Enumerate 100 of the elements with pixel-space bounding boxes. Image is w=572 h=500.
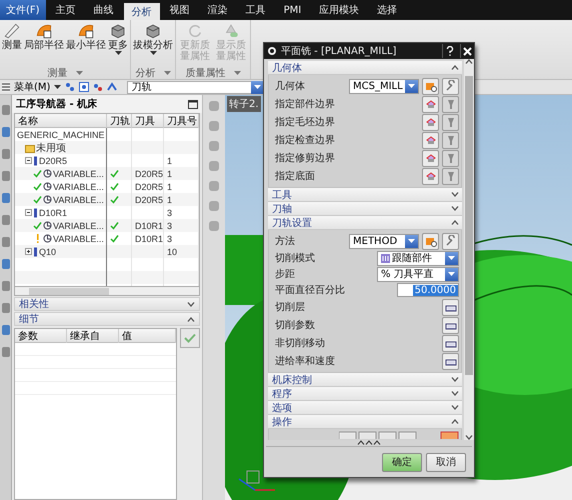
ribbon-button[interactable]: 测量	[2, 20, 22, 66]
tree-row[interactable]: VARIABLE... D20R5 1	[15, 193, 199, 206]
resource-bar-icon[interactable]	[2, 213, 10, 227]
column-header[interactable]: 值	[119, 329, 176, 343]
section-header[interactable]: 机床控制	[268, 373, 462, 387]
maximize-icon[interactable]	[188, 100, 198, 108]
ribbon-tab[interactable]: 主页	[48, 0, 84, 20]
viewport-tab[interactable]: 转子2.	[227, 96, 261, 112]
ribbon-button[interactable]: 最小半径	[66, 20, 106, 66]
chevron-up-icon[interactable]	[451, 419, 459, 424]
ribbon-tab[interactable]: 工具	[238, 0, 274, 20]
horizontal-scrollbar[interactable]	[14, 286, 200, 296]
settings-icon[interactable]	[267, 46, 277, 56]
selection-icon[interactable]	[65, 82, 76, 92]
resource-bar-icon[interactable]	[2, 103, 10, 117]
section-header[interactable]: 操作	[268, 415, 462, 429]
resource-bar-icon[interactable]	[2, 235, 10, 249]
resource-bar-icon[interactable]	[2, 279, 10, 293]
tree-label: VARIABLE...	[53, 234, 104, 244]
close-button[interactable]	[460, 44, 474, 58]
collapse-icon[interactable]	[25, 209, 32, 216]
resource-bar-icon[interactable]	[2, 257, 10, 271]
type-filter-select[interactable]: 刀轨	[127, 80, 266, 94]
cancel-button[interactable]: 取消	[426, 452, 466, 472]
chevron-down-icon[interactable]	[451, 405, 459, 410]
ribbon-button[interactable]: 更多	[108, 20, 128, 66]
resource-bar-icon[interactable]	[2, 301, 10, 315]
boundary-select-button[interactable]	[422, 132, 439, 148]
resource-bar-icon[interactable]	[2, 191, 10, 205]
settings-button[interactable]	[442, 352, 459, 370]
more-options-icon[interactable]	[357, 440, 381, 445]
check-icon	[184, 333, 196, 343]
geometry-icon-button[interactable]	[422, 78, 439, 94]
column-header[interactable]: 参数	[15, 329, 67, 343]
chevron-up-icon[interactable]	[451, 65, 459, 70]
select-field[interactable]: METHOD	[349, 234, 419, 248]
tree-row[interactable]: VARIABLE... D10R1 3	[15, 219, 199, 232]
number-field[interactable]: 50.0000	[397, 283, 459, 297]
tree-row[interactable]: 未用项	[15, 141, 199, 154]
ribbon-tab[interactable]: 分析	[124, 3, 160, 20]
display-button[interactable]	[442, 114, 459, 130]
section-header[interactable]: 刀轴	[268, 202, 462, 216]
display-button[interactable]	[442, 132, 459, 148]
panel-header[interactable]: 相关性	[14, 297, 200, 311]
select-field[interactable]: 跟随部件	[377, 250, 459, 266]
ribbon-button[interactable]: 拔模分析	[133, 20, 173, 66]
selection-icon[interactable]	[107, 82, 118, 92]
menu-button[interactable]: 菜单(M)	[14, 80, 50, 94]
resource-bar-icon[interactable]	[2, 323, 10, 337]
section-header[interactable]: 选项	[268, 401, 462, 415]
ribbon-tab[interactable]: 视图	[162, 0, 198, 20]
collapse-icon[interactable]	[25, 157, 32, 164]
section-header[interactable]: 程序	[268, 387, 462, 401]
chevron-up-icon[interactable]	[187, 316, 195, 322]
chevron-down-icon[interactable]	[451, 391, 459, 396]
chevron-down-icon[interactable]	[451, 377, 459, 382]
chevron-up-icon[interactable]	[451, 220, 459, 225]
boundary-select-button[interactable]	[422, 168, 439, 184]
ribbon-tab[interactable]: 应用模块	[311, 0, 368, 20]
ribbon-tab[interactable]: 曲线	[86, 0, 122, 20]
ribbon-tab[interactable]: PMI	[276, 0, 310, 20]
section-header[interactable]: 工具	[268, 188, 462, 202]
expand-icon[interactable]	[25, 248, 32, 255]
resource-bar-icon[interactable]	[2, 169, 10, 183]
tree-row[interactable]: Q10 10	[15, 245, 199, 258]
display-button[interactable]	[442, 168, 459, 184]
ribbon-tab[interactable]: 渲染	[200, 0, 236, 20]
section-header[interactable]: 刀轨设置	[268, 216, 462, 230]
resource-bar-icon[interactable]	[2, 147, 10, 161]
edit-button[interactable]	[442, 78, 459, 94]
chevron-down-icon[interactable]	[451, 192, 459, 197]
display-button[interactable]	[442, 150, 459, 166]
select-field[interactable]: MCS_MILL	[349, 78, 419, 94]
chevron-down-icon[interactable]	[451, 206, 459, 211]
vertical-scrollbar[interactable]	[464, 59, 474, 440]
resource-bar-icon[interactable]	[2, 125, 10, 139]
ok-button[interactable]: 确定	[382, 452, 422, 472]
column-header[interactable]: 继承自	[67, 329, 119, 343]
geometry-icon-button[interactable]	[422, 232, 439, 250]
file-menu-button[interactable]: 文件(F)	[0, 0, 46, 20]
ribbon-tab[interactable]: 选择	[369, 0, 406, 20]
tree-row[interactable]: GENERIC_MACHINE	[15, 128, 199, 141]
boundary-select-button[interactable]	[422, 114, 439, 130]
selection-icon[interactable]	[79, 82, 90, 92]
boundary-select-button[interactable]	[422, 96, 439, 112]
section-header[interactable]: 几何体	[268, 61, 462, 75]
edit-button[interactable]	[442, 232, 459, 250]
operation-icon	[43, 195, 52, 204]
resource-bar-icon[interactable]	[2, 345, 10, 359]
settings-button[interactable]	[442, 334, 459, 352]
boundary-select-button[interactable]	[422, 150, 439, 166]
help-button[interactable]	[442, 44, 456, 58]
selection-icon[interactable]	[93, 82, 104, 92]
settings-button[interactable]	[442, 316, 459, 334]
chevron-down-icon[interactable]	[187, 302, 195, 306]
select-field[interactable]: % 刀具平直	[377, 266, 459, 282]
tree-row[interactable]: VARIABLE... D20R5 1	[15, 167, 199, 180]
panel-header[interactable]: 细节	[14, 312, 200, 326]
settings-button[interactable]	[442, 298, 459, 316]
ribbon-button[interactable]: 局部半径	[24, 20, 64, 66]
